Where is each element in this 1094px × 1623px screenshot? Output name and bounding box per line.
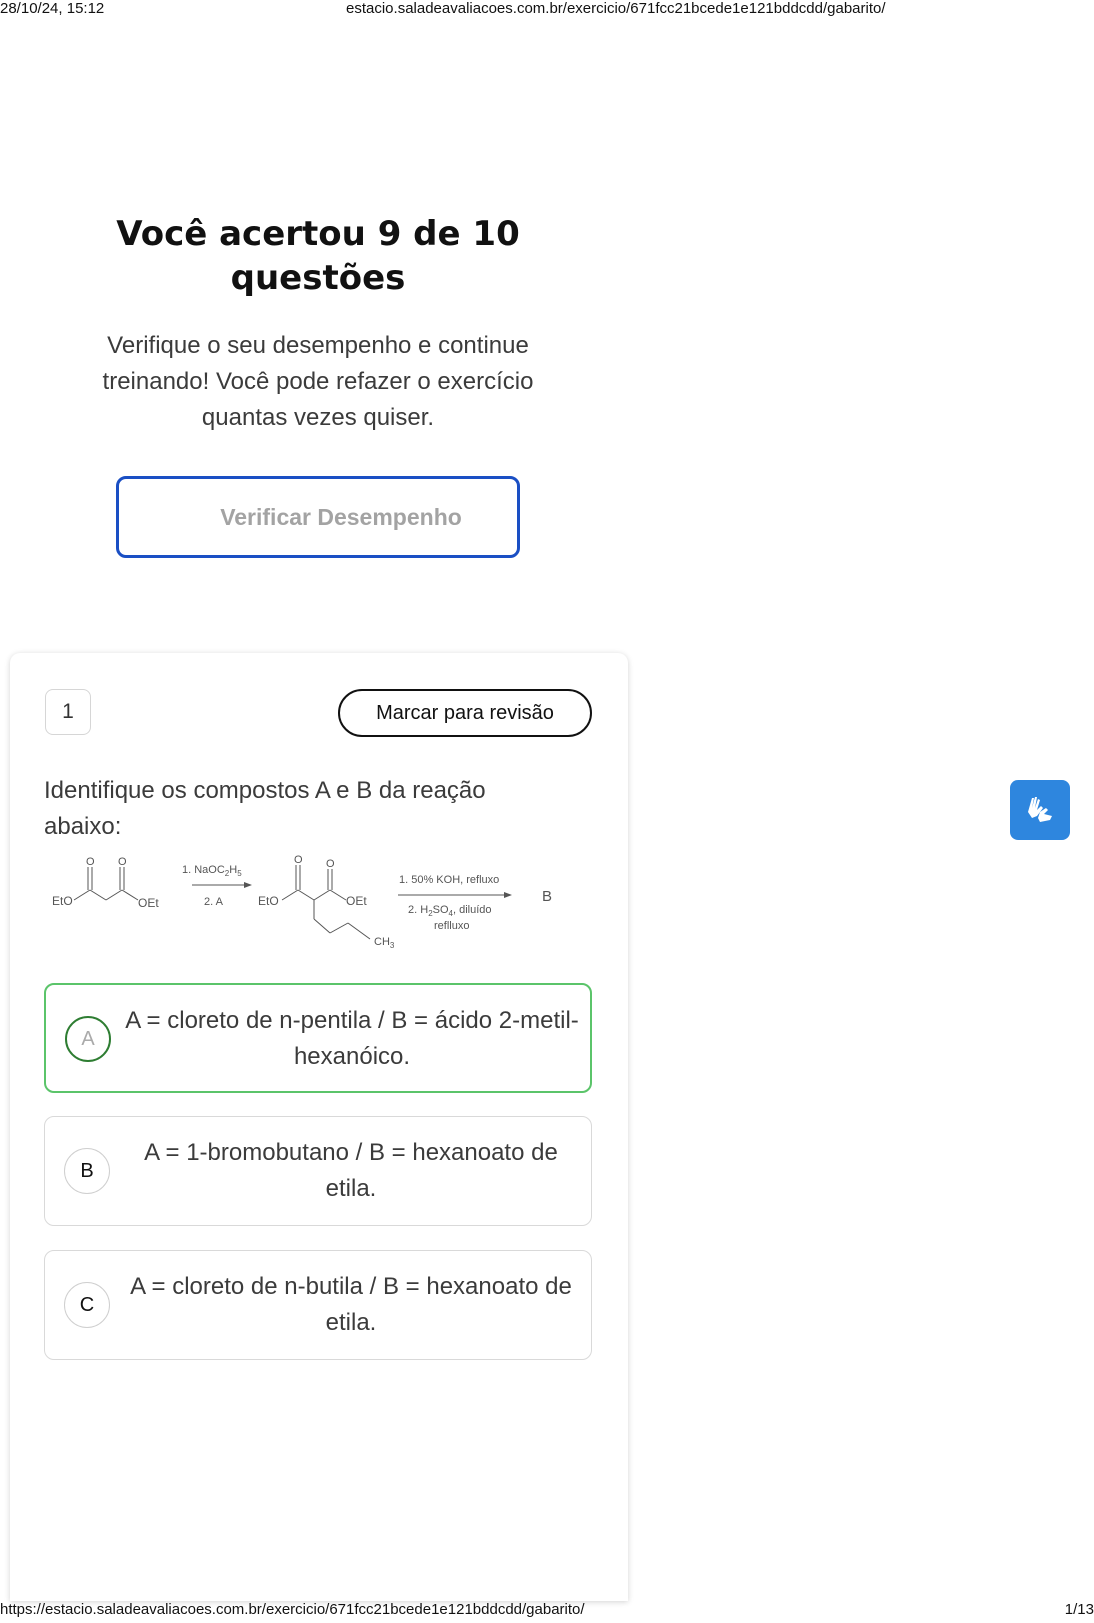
option-letter: B [64,1148,110,1194]
print-footer-url: https://estacio.saladeavaliacoes.com.br/… [0,1601,585,1618]
option-text: A = cloreto de n-pentila / B = ácido 2-m… [125,1007,579,1070]
reactant-right-label: OEt [138,896,159,910]
option-letter: C [64,1282,110,1328]
print-header: 28/10/24, 15:12 estacio.saladeavaliacoes… [0,0,1094,20]
sign-language-button[interactable] [1010,780,1070,840]
result-title: Você acertou 9 de 10 questões [116,214,520,298]
print-footer: https://estacio.saladeavaliacoes.com.br/… [0,1601,1094,1623]
question-card: 1 Marcar para revisão Identifique os com… [10,653,628,1601]
sign-language-icon [1028,797,1052,822]
carbonyl-o-1: O [86,856,95,868]
ch3-label: CH3 [374,936,395,950]
option-a[interactable]: A A = cloreto de n-pentila / B = ácido 2… [44,983,592,1093]
carbonyl-o-2: O [118,856,127,868]
malonate-structure [73,867,139,901]
step2-reagent-2: 2. H2SO4, diluído [408,904,492,918]
product-b-label: B [542,888,552,905]
product-left-label: EtO [258,894,279,908]
step2-arrowhead [504,892,512,898]
step1-reagent: 1. NaOC2H5 [182,864,242,878]
option-text: A = cloreto de n-butila / B = hexanoato … [130,1273,572,1336]
carbonyl-o-4: O [326,858,335,870]
option-letter: A [65,1016,111,1062]
product-right-label: OEt [346,894,367,908]
print-page-number: 1/13 [1064,1601,1094,1618]
print-header-url: estacio.saladeavaliacoes.com.br/exercici… [346,0,886,17]
verify-performance-button[interactable]: Verificar Desempenho [116,476,520,558]
print-datetime: 28/10/24, 15:12 [0,0,105,17]
reaction-scheme: O O EtO OEt 1. NaOC2H5 2. A O O EtO OEt … [52,854,552,950]
mark-for-review-button[interactable]: Marcar para revisão [338,689,592,737]
step2-reagent-3: reflluxo [434,920,469,932]
result-subtitle: Verifique o seu desempenho e continue tr… [102,332,534,431]
option-b[interactable]: B A = 1-bromobutano / B = hexanoato de e… [44,1116,592,1226]
carbonyl-o-3: O [294,854,303,866]
step1-reagent-2: 2. A [204,896,224,908]
question-number: 1 [45,689,91,735]
option-c[interactable]: C A = cloreto de n-butila / B = hexanoat… [44,1250,592,1360]
step2-reagent-1: 1. 50% KOH, refluxo [399,874,499,886]
step1-arrowhead [244,882,252,888]
option-text: A = 1-bromobutano / B = hexanoato de eti… [144,1139,558,1202]
reactant-left-label: EtO [52,894,73,908]
question-text: Identifique os compostos A e B da reação… [44,777,486,840]
